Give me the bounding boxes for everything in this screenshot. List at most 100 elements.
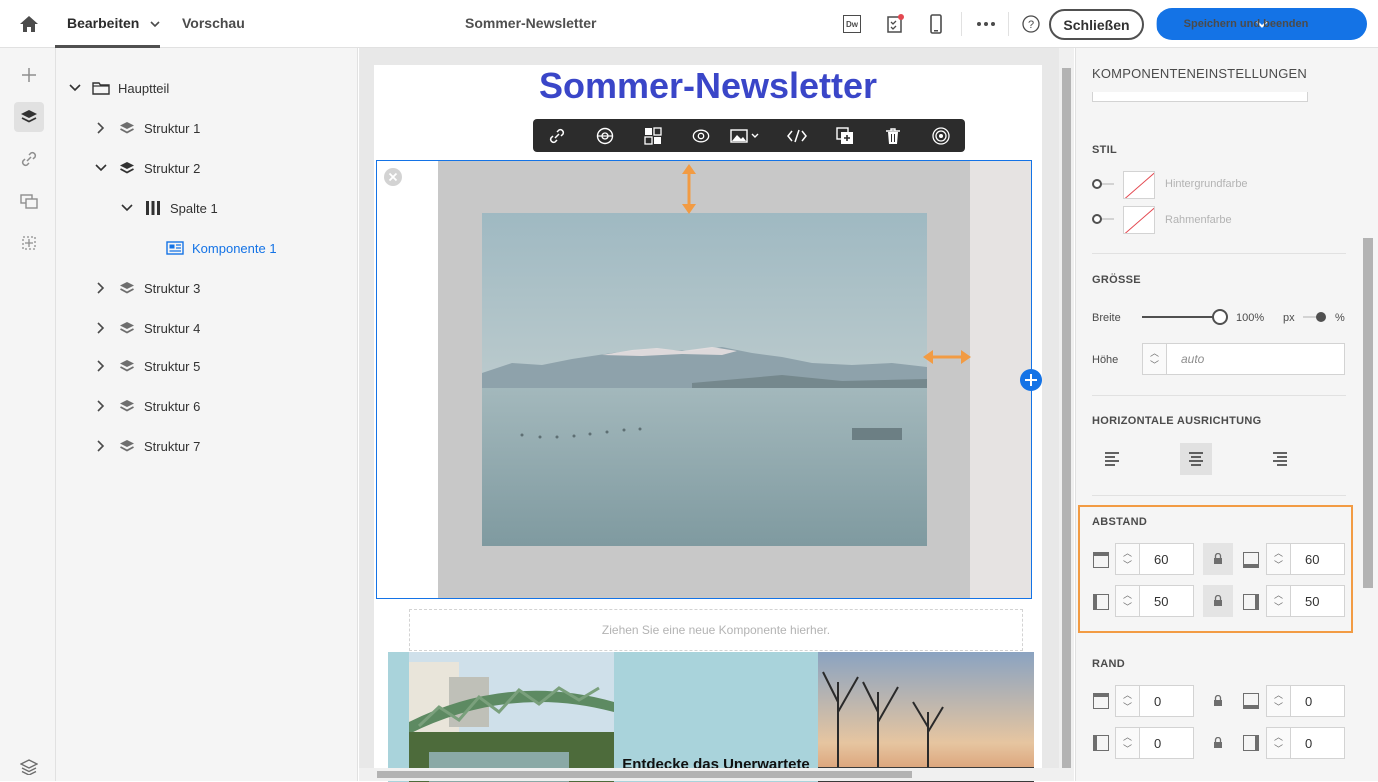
border-bottom-stepper[interactable]: ︿ ﹀ [1267,686,1291,716]
height-input[interactable]: auto [1167,344,1344,374]
background-color-swatch[interactable] [1123,171,1155,199]
tree-node-struktur-1[interactable]: Struktur 1 [94,118,200,138]
structure-icon [118,321,136,335]
svg-text:?: ? [1028,19,1034,31]
delete-icon[interactable] [884,127,902,145]
tree-label: Struktur 2 [144,160,201,176]
more-icon[interactable] [975,13,997,35]
tree-node-struktur-4[interactable]: Struktur 4 [94,318,200,338]
newsletter-title[interactable]: Sommer-Newsletter [374,65,1042,107]
target-icon[interactable] [932,127,950,145]
add-component-icon[interactable] [1020,369,1042,394]
border-color-toggle[interactable] [1092,214,1114,224]
align-right-button[interactable] [1264,443,1296,475]
height-field[interactable]: ︿ ﹀ auto [1142,343,1345,375]
image-icon[interactable] [730,127,760,145]
section-heading-rand: RAND [1092,658,1125,670]
mobile-preview-icon[interactable] [925,13,947,35]
link-icon[interactable] [14,144,44,174]
width-slider-track[interactable] [1142,316,1220,318]
tree-node-komponente-1[interactable]: Komponente 1 [142,238,277,258]
dreamweaver-icon[interactable]: Dw [841,13,863,35]
personalize-icon[interactable] [596,127,614,145]
border-color-label: Rahmenfarbe [1165,214,1232,226]
lock-icon[interactable] [1203,727,1233,759]
border-left-stepper[interactable]: ︿ ﹀ [1116,728,1140,758]
component-dropzone[interactable]: Ziehen Sie eine neue Komponente hierher. [409,609,1023,651]
border-right-input[interactable]: 0 [1291,728,1344,758]
scrollbar-thumb[interactable] [1062,68,1071,768]
column-icon [144,200,162,216]
width-value: 100% [1236,312,1265,324]
remove-component-icon[interactable] [384,168,402,189]
border-bottom-input[interactable]: 0 [1291,686,1344,716]
tree-node-spalte-1[interactable]: Spalte 1 [120,198,218,218]
sunset-image[interactable] [818,652,1034,782]
checklist-icon[interactable] [884,13,906,35]
border-bottom-icon [1243,693,1259,709]
tree-node-hauptteil[interactable]: Hauptteil [68,78,169,98]
border-top-field[interactable]: ︿ ﹀ 0 [1115,685,1194,717]
duplicate-icon[interactable] [836,127,854,145]
chevron-right-icon[interactable] [94,400,108,412]
dynamic-content-icon[interactable] [644,127,662,145]
layers-settings-icon[interactable] [14,752,44,782]
border-top-input[interactable]: 0 [1140,686,1193,716]
tab-vorschau[interactable]: Vorschau [182,15,245,31]
chevron-right-icon[interactable] [94,322,108,334]
border-top-stepper[interactable]: ︿ ﹀ [1116,686,1140,716]
bridge-image[interactable] [409,652,614,782]
border-left-field[interactable]: ︿ ﹀ 0 [1115,727,1194,759]
border-right-field[interactable]: ︿ ﹀ 0 [1266,727,1345,759]
canvas-horizontal-scrollbar[interactable] [359,768,1059,781]
tab-bearbeiten[interactable]: Bearbeiten [67,15,139,31]
horizontal-padding-handle-icon[interactable] [921,348,973,369]
creative-cloud-icon[interactable] [692,127,710,145]
align-center-button[interactable] [1180,443,1212,475]
panel-title: KOMPONENTENEINSTELLUNGEN [1092,66,1308,81]
chevron-right-icon[interactable] [94,360,108,372]
structure-icon [118,439,136,453]
tree-label: Struktur 7 [144,438,201,454]
chevron-down-icon[interactable] [150,16,160,31]
save-and-close-button[interactable]: Speichern und beenden [1156,8,1367,40]
chevron-down-icon[interactable] [94,164,108,172]
link-icon[interactable] [548,127,566,145]
scrollbar-thumb[interactable] [377,771,912,778]
chevron-right-icon[interactable] [94,440,108,452]
lake-image[interactable] [482,213,927,546]
help-icon[interactable]: ? [1020,13,1042,35]
add-icon[interactable] [14,60,44,90]
assets-icon[interactable] [14,186,44,216]
panel-scrollbar-thumb[interactable] [1363,238,1373,588]
unit-px-label: px [1283,312,1295,324]
chevron-right-icon[interactable] [94,282,108,294]
tree-node-struktur-7[interactable]: Struktur 7 [94,436,200,456]
border-right-stepper[interactable]: ︿ ﹀ [1267,728,1291,758]
tree-node-struktur-5[interactable]: Struktur 5 [94,356,200,376]
lock-icon[interactable] [1203,685,1233,717]
border-color-swatch[interactable] [1123,206,1155,234]
save-button-label: Speichern und beenden [1183,18,1309,30]
tree-node-struktur-6[interactable]: Struktur 6 [94,396,200,416]
chevron-down-icon[interactable] [120,204,134,212]
personalization-icon[interactable] [14,228,44,258]
close-button[interactable]: Schließen [1049,9,1144,40]
vertical-padding-handle-icon[interactable] [680,162,698,219]
tree-node-struktur-3[interactable]: Struktur 3 [94,278,200,298]
chevron-right-icon[interactable] [94,122,108,134]
width-slider-handle[interactable] [1212,309,1228,325]
layers-icon[interactable] [14,102,44,132]
border-left-input[interactable]: 0 [1140,728,1193,758]
height-stepper[interactable]: ︿ ﹀ [1143,344,1167,374]
code-icon[interactable] [787,127,807,145]
chevron-down-icon[interactable] [68,84,82,92]
image-text-row: Entdecke das Unerwartete [388,652,1034,782]
tree-node-struktur-2[interactable]: Struktur 2 [94,158,200,178]
canvas-vertical-scrollbar[interactable] [1059,48,1074,781]
home-icon[interactable] [18,14,40,34]
unit-toggle-knob[interactable] [1316,312,1326,322]
border-bottom-field[interactable]: ︿ ﹀ 0 [1266,685,1345,717]
align-left-button[interactable] [1096,443,1128,475]
background-color-toggle[interactable] [1092,179,1114,189]
